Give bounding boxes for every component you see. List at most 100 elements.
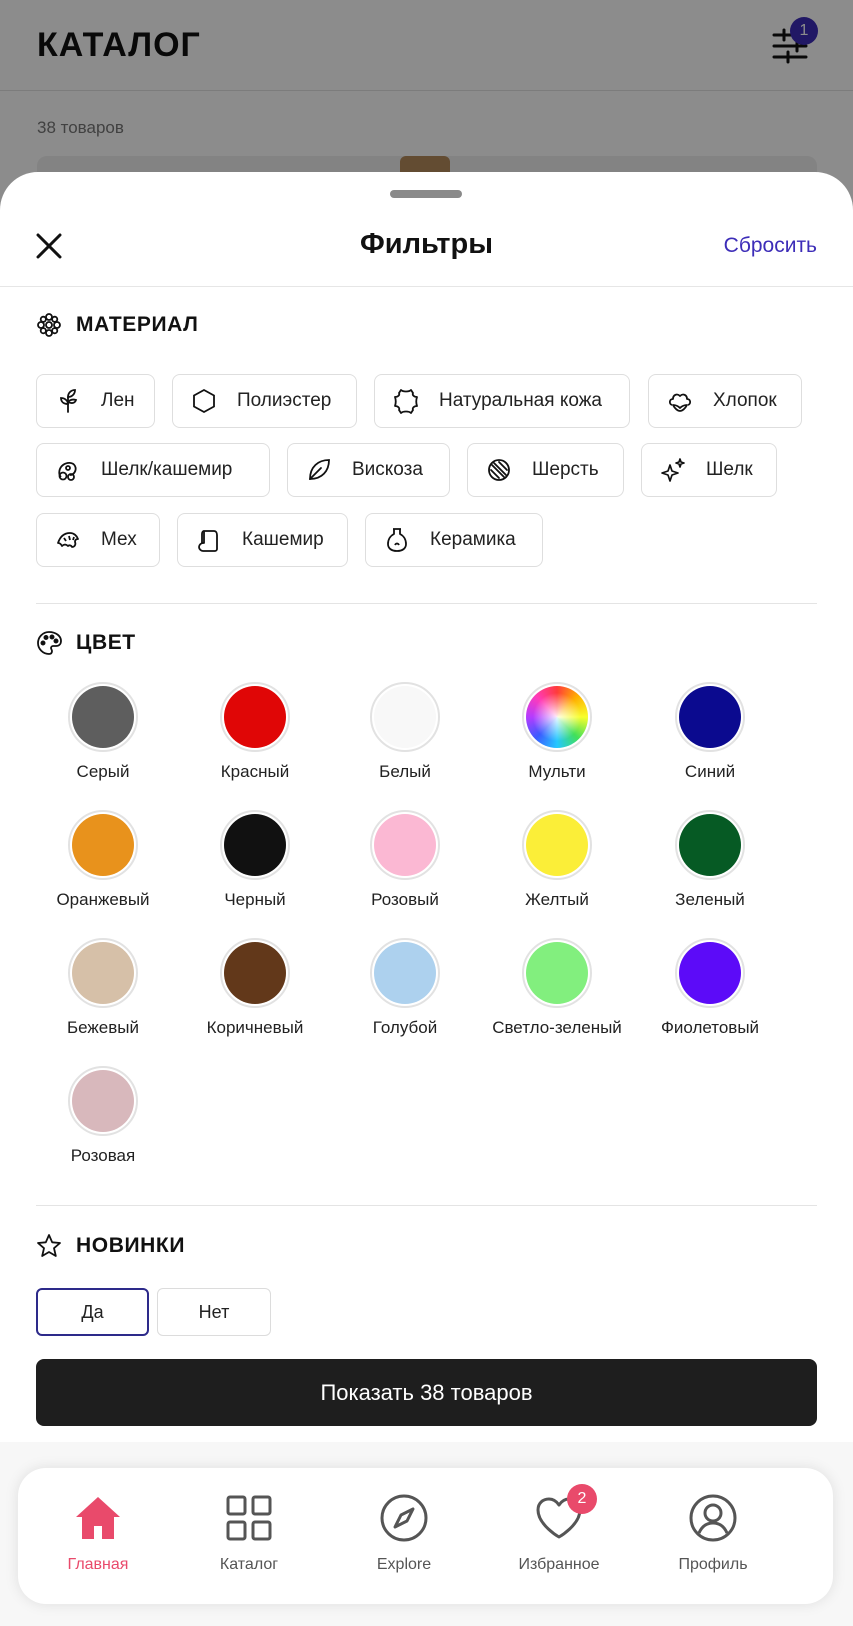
color-swatch[interactable]: Мульти: [487, 682, 627, 782]
novelties-no-button[interactable]: Нет: [157, 1288, 271, 1336]
swatch-label: Черный: [224, 890, 286, 909]
chip-label: Шелк: [706, 459, 753, 480]
chip-label: Хлопок: [713, 390, 777, 411]
hexagon-icon: [191, 388, 217, 414]
swatch-ring: [370, 938, 440, 1008]
material-chip-silk-cashmere[interactable]: Шелк/кашемир: [36, 443, 270, 497]
swatch-color-dot: [224, 686, 286, 748]
material-chip-polyester[interactable]: Полиэстер: [172, 374, 357, 428]
color-swatch[interactable]: Розовая: [33, 1066, 173, 1166]
silk-cashmere-icon: [55, 457, 81, 483]
swatch-ring: [68, 682, 138, 752]
show-results-button[interactable]: Показать 38 товаров: [36, 1359, 817, 1426]
color-swatch[interactable]: Оранжевый: [33, 810, 173, 910]
nav-item-catalog[interactable]: Каталог: [174, 1492, 324, 1574]
material-chip-wool[interactable]: Шерсть: [467, 443, 624, 497]
chip-label: Лен: [101, 390, 135, 411]
swatch-label: Оранжевый: [56, 890, 150, 909]
swatch-label: Голубой: [372, 1018, 438, 1037]
material-chip-silk[interactable]: Шелк: [641, 443, 777, 497]
chip-label: Шелк/кашемир: [101, 459, 233, 480]
sheet-header-divider: [0, 286, 853, 287]
nav-item-profile[interactable]: Профиль: [638, 1492, 788, 1574]
swatch-ring: [522, 810, 592, 880]
color-swatch[interactable]: Синий: [640, 682, 780, 782]
nav-item-explore[interactable]: Explore: [329, 1492, 479, 1574]
color-swatch[interactable]: Серый: [33, 682, 173, 782]
swatch-label: Белый: [379, 762, 431, 781]
color-swatch[interactable]: Фиолетовый: [640, 938, 780, 1038]
material-chip-linen[interactable]: Лен: [36, 374, 155, 428]
material-chip-viscose[interactable]: Вискоза: [287, 443, 450, 497]
swatch-color-dot: [374, 814, 436, 876]
home-icon: [72, 1492, 124, 1544]
chip-label: Керамика: [430, 529, 516, 550]
novelties-section-header: НОВИНКИ: [36, 1233, 185, 1259]
swatch-color-dot: [679, 686, 741, 748]
chip-label: Натуральная кожа: [439, 390, 602, 411]
sheet-grabber[interactable]: [390, 190, 462, 198]
color-swatch[interactable]: Красный: [185, 682, 325, 782]
color-swatch[interactable]: Зеленый: [640, 810, 780, 910]
swatch-label: Фиолетовый: [660, 1018, 760, 1037]
color-swatch[interactable]: Бежевый: [33, 938, 173, 1038]
swatch-ring: [675, 682, 745, 752]
wool-icon: [486, 457, 512, 483]
color-swatch[interactable]: Розовый: [335, 810, 475, 910]
novelties-yes-button[interactable]: Да: [36, 1288, 149, 1336]
color-swatch[interactable]: Светло-зеленый: [487, 938, 627, 1038]
swatch-ring: [675, 938, 745, 1008]
swatch-label: Желтый: [525, 890, 589, 909]
star-icon: [36, 1233, 62, 1259]
swatch-label: Светло-зеленый: [492, 1018, 622, 1037]
swatch-color-dot: [224, 942, 286, 1004]
favorites-badge: 2: [567, 1484, 597, 1514]
swatch-color-dot: [374, 686, 436, 748]
material-section-header: МАТЕРИАЛ: [36, 312, 199, 338]
vase-icon: [384, 527, 410, 553]
nav-item-home[interactable]: Главная: [23, 1492, 173, 1574]
section-divider: [36, 1205, 817, 1206]
color-swatch[interactable]: Белый: [335, 682, 475, 782]
swatch-label: Красный: [220, 762, 290, 781]
chip-label: Полиэстер: [237, 390, 332, 411]
compass-icon: [378, 1492, 430, 1544]
reset-button[interactable]: Сбросить: [724, 234, 817, 258]
material-title: МАТЕРИАЛ: [76, 313, 199, 336]
chip-label: Шерсть: [532, 459, 599, 480]
material-chip-cotton[interactable]: Хлопок: [648, 374, 802, 428]
swatch-color-dot: [526, 814, 588, 876]
color-section-header: ЦВЕТ: [36, 630, 136, 656]
swatch-label: Коричневый: [206, 1018, 304, 1037]
swatch-label: Бежевый: [67, 1018, 139, 1037]
color-swatch[interactable]: Коричневый: [185, 938, 325, 1038]
swatch-ring: [522, 682, 592, 752]
swatch-color-dot: [72, 686, 134, 748]
swatch-color-dot: [72, 942, 134, 1004]
color-swatch[interactable]: Голубой: [335, 938, 475, 1038]
fur-icon: [55, 527, 81, 553]
chip-label: Вискоза: [352, 459, 423, 480]
material-chip-cashmere[interactable]: Кашемир: [177, 513, 348, 567]
color-swatch[interactable]: Черный: [185, 810, 325, 910]
nav-item-favorites[interactable]: 2 Избранное: [484, 1484, 634, 1574]
swatch-ring: [220, 682, 290, 752]
cotton-icon: [667, 388, 693, 414]
material-chip-fur[interactable]: Мех: [36, 513, 160, 567]
nav-label: Explore: [376, 1556, 432, 1573]
swatch-color-dot: [374, 942, 436, 1004]
color-swatch[interactable]: Желтый: [487, 810, 627, 910]
flower-icon: [36, 312, 62, 338]
palette-icon: [36, 630, 62, 656]
material-chip-ceramics[interactable]: Керамика: [365, 513, 543, 567]
nav-label: Избранное: [518, 1556, 600, 1573]
leaf-icon: [306, 457, 332, 483]
swatch-color-dot: [72, 1070, 134, 1132]
swatch-label: Синий: [684, 762, 736, 781]
section-divider: [36, 603, 817, 604]
swatch-ring: [675, 810, 745, 880]
swatch-color-dot: [679, 814, 741, 876]
swatch-color-dot: [526, 686, 588, 748]
nav-label: Каталог: [219, 1556, 279, 1573]
material-chip-leather[interactable]: Натуральная кожа: [374, 374, 630, 428]
